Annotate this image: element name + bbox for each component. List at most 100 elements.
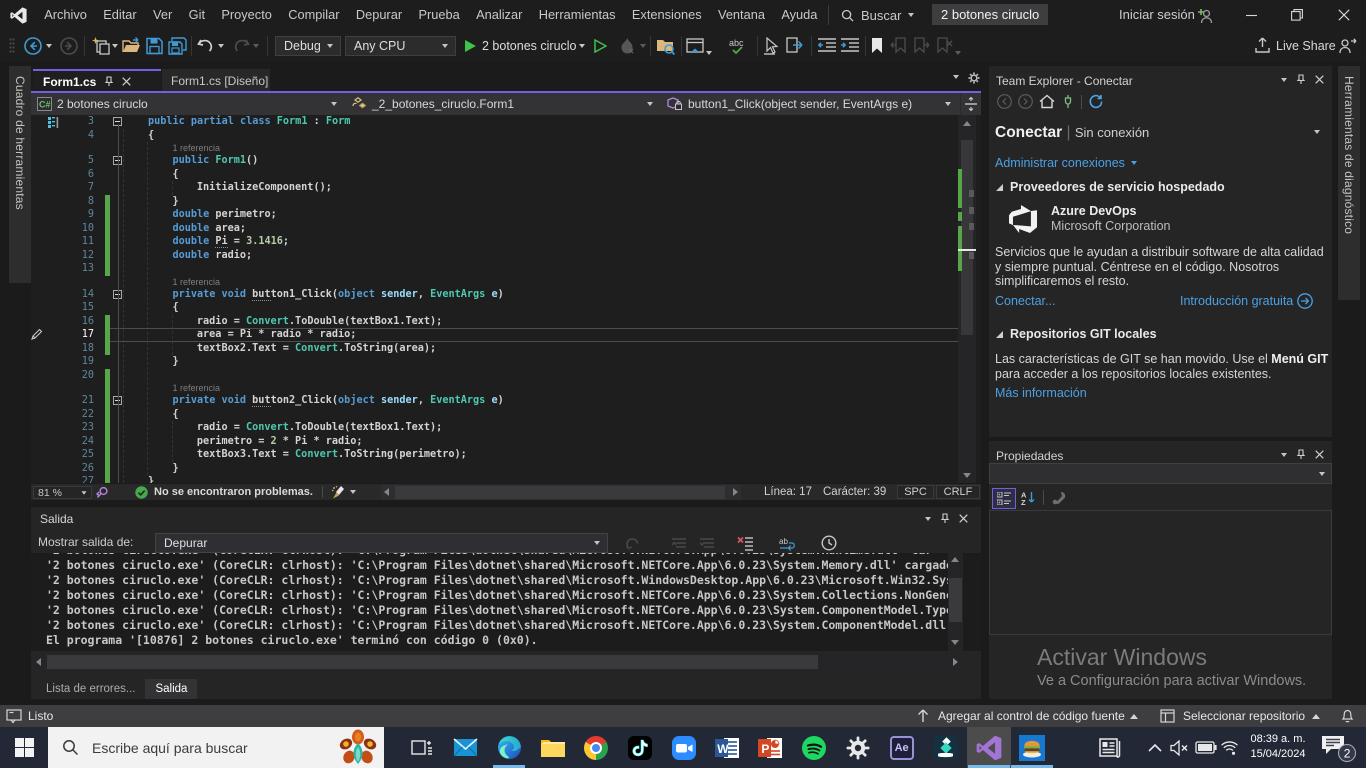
solution-configuration-dropdown[interactable]: Debug bbox=[275, 36, 341, 56]
line-ending-indicator[interactable]: CRLF bbox=[936, 485, 980, 499]
increase-indent-icon[interactable] bbox=[840, 37, 860, 55]
navbar-member-dropdown[interactable]: button1_Click(object sender, EventArgs e… bbox=[661, 93, 960, 115]
close-button[interactable] bbox=[1321, 0, 1366, 30]
redo-caret-icon[interactable] bbox=[253, 44, 259, 48]
manage-connections-link[interactable]: Administrar conexiones bbox=[995, 156, 1137, 170]
navbar-type-dropdown[interactable]: _2_botones_ciruclo.Form1 bbox=[345, 93, 661, 115]
taskbar-icon-filmora[interactable] bbox=[923, 727, 967, 768]
decrease-indent-icon[interactable] bbox=[817, 37, 837, 55]
code-editor[interactable]: 3public partial class Form1 : Form4{1 re… bbox=[31, 115, 981, 483]
breakpoint-margin[interactable] bbox=[31, 142, 46, 154]
code-line-18[interactable]: 18textBox2.Text = Convert.ToString(area)… bbox=[31, 342, 981, 356]
menu-herramientas[interactable]: Herramientas bbox=[531, 0, 624, 30]
menu-git[interactable]: Git bbox=[180, 0, 213, 30]
bookmark-caret-icon[interactable] bbox=[955, 51, 961, 55]
output-source-dropdown[interactable]: Depurar bbox=[155, 533, 608, 553]
code-line-21[interactable]: 21private void button2_Click(object send… bbox=[31, 394, 981, 408]
breakpoint-margin[interactable] bbox=[31, 301, 46, 315]
navigate-forward-button[interactable] bbox=[60, 37, 78, 55]
undo-button[interactable] bbox=[197, 37, 215, 55]
section-local-git[interactable]: Repositorios GIT locales bbox=[995, 327, 1157, 341]
breakpoint-margin[interactable] bbox=[31, 181, 46, 195]
team-menu-caret-icon[interactable] bbox=[1281, 78, 1287, 82]
toolbar-drag-handle[interactable] bbox=[9, 38, 15, 54]
wifi-icon[interactable] bbox=[1220, 727, 1239, 768]
code-line-12[interactable]: 12double radio; bbox=[31, 249, 981, 263]
output-log[interactable]: '2 botones ciruclo.exe' (CoreCLR: clrhos… bbox=[31, 553, 981, 651]
refresh-icon[interactable] bbox=[1088, 94, 1103, 109]
timestamp-clock-icon[interactable] bbox=[821, 535, 837, 551]
live-share-label[interactable]: Live Share bbox=[1276, 30, 1336, 62]
menu-proyecto[interactable]: Proyecto bbox=[213, 0, 280, 30]
pin-icon[interactable] bbox=[104, 76, 114, 87]
scroll-up-icon[interactable] bbox=[951, 557, 959, 562]
tab-list-caret-icon[interactable] bbox=[953, 75, 959, 79]
start-debug-label[interactable]: 2 botones ciruclo bbox=[482, 30, 577, 62]
more-info-link[interactable]: Más información bbox=[995, 386, 1087, 400]
taskbar-icon-task-view[interactable] bbox=[400, 727, 444, 768]
taskbar-icon-edge[interactable] bbox=[487, 727, 531, 768]
close-tab-icon[interactable] bbox=[122, 77, 131, 86]
start-debug-caret-icon[interactable] bbox=[579, 44, 585, 48]
codelens-row[interactable]: 1 referencia bbox=[31, 382, 981, 394]
code-line-8[interactable]: 8} bbox=[31, 195, 981, 209]
previous-bookmark-icon[interactable] bbox=[890, 37, 907, 54]
scroll-left-icon[interactable] bbox=[36, 658, 41, 666]
home-window-icon[interactable] bbox=[686, 37, 705, 55]
code-line-22[interactable]: 22{ bbox=[31, 408, 981, 422]
props-close-icon[interactable] bbox=[1315, 450, 1324, 459]
output-vscroll-thumb[interactable] bbox=[949, 578, 962, 622]
codelens-row[interactable]: 1 referencia bbox=[31, 142, 981, 154]
output-hscroll-thumb[interactable] bbox=[47, 655, 818, 669]
taskbar-icon-settings[interactable] bbox=[836, 727, 880, 768]
output-horizontal-scrollbar[interactable] bbox=[31, 654, 963, 670]
taskbar-icon-word[interactable]: W bbox=[705, 727, 749, 768]
start-debug-icon[interactable] bbox=[464, 39, 477, 53]
navigate-back-caret-icon[interactable] bbox=[46, 44, 52, 48]
taskbar-icon-powerpoint[interactable]: P bbox=[749, 727, 793, 768]
code-line-27[interactable]: 27} bbox=[31, 475, 981, 483]
select-repository-label[interactable]: Seleccionar repositorio bbox=[1183, 705, 1305, 727]
scrollbar-up-arrow[interactable] bbox=[958, 116, 976, 130]
open-file-button[interactable] bbox=[122, 37, 141, 55]
toolbox-vertical-tab[interactable]: Cuadro de herramientas bbox=[9, 66, 31, 283]
code-cleanup-caret-icon[interactable] bbox=[350, 490, 356, 494]
menu-ver[interactable]: Ver bbox=[145, 0, 181, 30]
breakpoint-margin[interactable] bbox=[31, 342, 46, 356]
codelens-row[interactable]: 1 referencia bbox=[31, 276, 981, 288]
breakpoint-margin[interactable] bbox=[31, 262, 46, 276]
scroll-right-icon[interactable] bbox=[733, 488, 738, 496]
no-problems-check-icon[interactable] bbox=[135, 486, 148, 499]
menu-compilar[interactable]: Compilar bbox=[280, 0, 348, 30]
menu-ayuda[interactable]: Ayuda bbox=[773, 0, 825, 30]
breakpoint-margin[interactable] bbox=[31, 448, 46, 462]
search-highlight-flower-icon[interactable] bbox=[338, 729, 378, 766]
zoom-dropdown[interactable]: 81 % bbox=[33, 486, 92, 499]
select-pointer-icon[interactable] bbox=[763, 37, 781, 55]
notifications-bell-icon[interactable] bbox=[1341, 708, 1354, 724]
code-line-25[interactable]: 25textBox3.Text = Convert.ToString(perim… bbox=[31, 448, 981, 462]
scroll-down-icon[interactable] bbox=[951, 640, 959, 645]
alphabetical-view-button[interactable]: A Z bbox=[1017, 488, 1039, 507]
volume-muted-icon[interactable] bbox=[1170, 727, 1189, 768]
code-line-9[interactable]: 9double perimetro; bbox=[31, 208, 981, 222]
breakpoint-margin[interactable] bbox=[31, 435, 46, 449]
breakpoint-margin[interactable] bbox=[31, 129, 46, 143]
sign-in-user-icon[interactable] bbox=[1196, 7, 1213, 24]
show-hidden-icons-chevron[interactable] bbox=[1148, 727, 1162, 768]
breakpoint-margin[interactable] bbox=[31, 195, 46, 209]
word-wrap-icon[interactable]: ab bbox=[779, 536, 796, 551]
code-line-14[interactable]: 14private void button1_Click(object send… bbox=[31, 288, 981, 302]
taskbar-icon-tiktok[interactable] bbox=[618, 727, 662, 768]
search-menu[interactable]: Buscar bbox=[841, 0, 914, 30]
intro-arrow-icon[interactable] bbox=[1297, 293, 1313, 309]
taskbar-icon-after-effects[interactable]: Ae bbox=[880, 727, 924, 768]
code-line-7[interactable]: 7InitializeComponent(); bbox=[31, 181, 981, 195]
code-line-26[interactable]: 26} bbox=[31, 462, 981, 476]
code-cleanup-broom-icon[interactable] bbox=[331, 485, 347, 500]
menu-prueba[interactable]: Prueba bbox=[410, 0, 468, 30]
add-to-source-control-label[interactable]: Agregar al control de código fuente bbox=[938, 705, 1125, 727]
intro-link[interactable]: Introducción gratuita bbox=[1180, 294, 1293, 308]
breakpoint-margin[interactable] bbox=[31, 408, 46, 422]
taskbar-icon-mail[interactable] bbox=[444, 727, 488, 768]
